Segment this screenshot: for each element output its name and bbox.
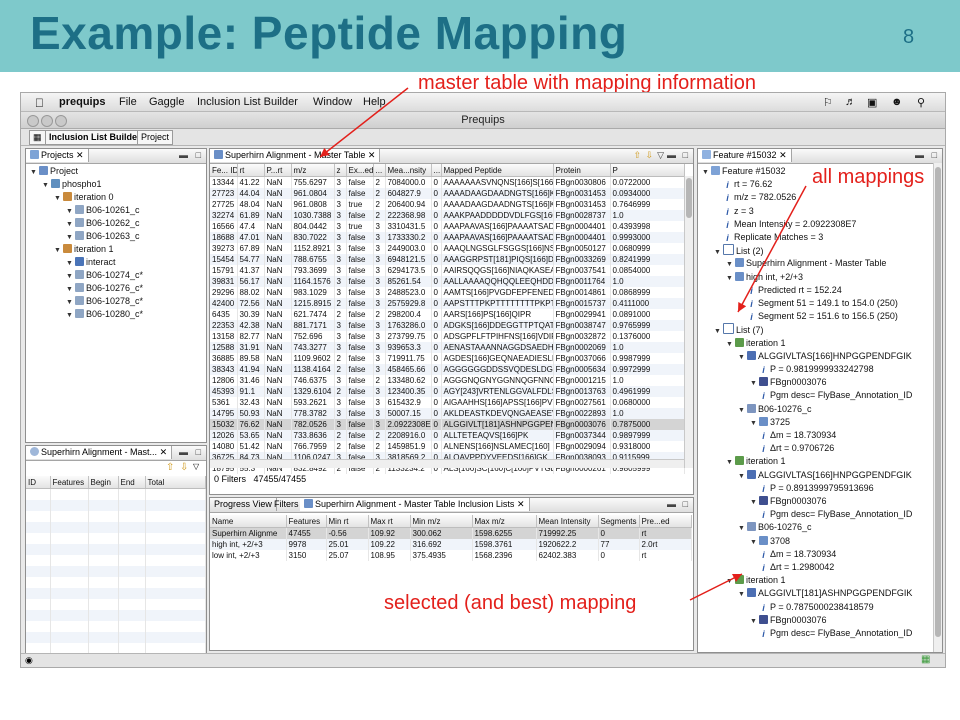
callout-arrows [319,87,807,601]
arrow-to-master-table [319,87,409,158]
arrow-to-selected-mapping [689,573,743,601]
arrow-to-list [737,185,807,313]
